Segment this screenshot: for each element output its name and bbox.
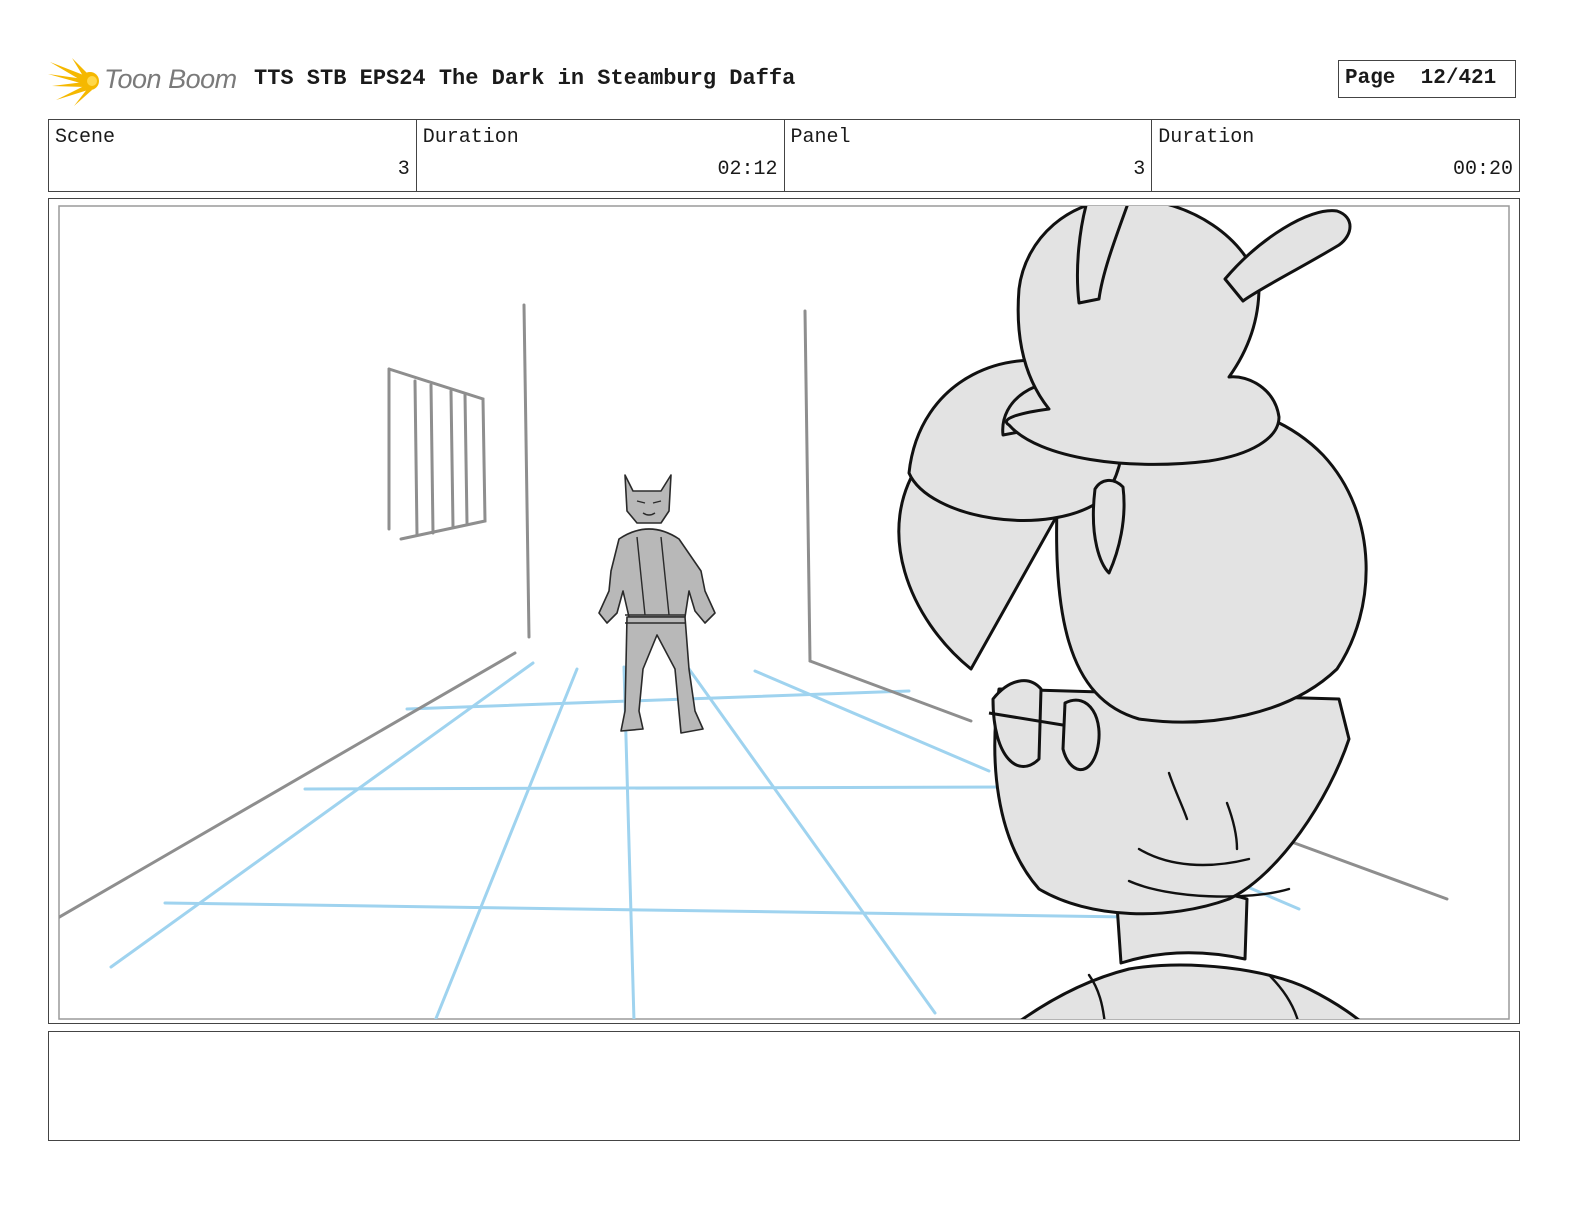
logo-text: Toon Boom [104, 64, 237, 94]
panel-duration-label: Duration [1158, 126, 1255, 149]
page-indicator: Page 12/421 [1338, 60, 1516, 98]
scene-label: Scene [55, 126, 116, 149]
panel-label: Panel [790, 126, 851, 149]
scene-duration-cell: Duration 02:12 [417, 120, 785, 191]
page-label: Page [1345, 67, 1396, 90]
toon-boom-logo: Toon Boom [48, 56, 248, 108]
burst-icon [48, 58, 99, 106]
storyboard-header: Toon Boom TTS STB EPS24 The Dark in Stea… [48, 52, 1538, 108]
page-number: 12/421 [1420, 67, 1497, 90]
scene-duration-label: Duration [422, 126, 519, 149]
scene-value: 3 [397, 158, 410, 181]
scene-cell: Scene 3 [49, 120, 417, 191]
panel-value: 3 [1133, 158, 1146, 181]
storyboard-panel [48, 198, 1520, 1024]
panel-duration-value: 00:20 [1452, 158, 1513, 181]
document-title: TTS STB EPS24 The Dark in Steamburg Daff… [254, 66, 796, 91]
panel-sketch [58, 205, 1510, 1020]
distant-character [598, 474, 716, 734]
panel-cell: Panel 3 [785, 120, 1153, 191]
panel-notes-box [48, 1031, 1520, 1141]
foreground-character [897, 206, 1368, 1019]
scene-duration-value: 02:12 [717, 158, 778, 181]
panel-duration-cell: Duration 00:20 [1152, 120, 1519, 191]
panel-info-row: Scene 3 Duration 02:12 Panel 3 Duration … [48, 119, 1520, 192]
